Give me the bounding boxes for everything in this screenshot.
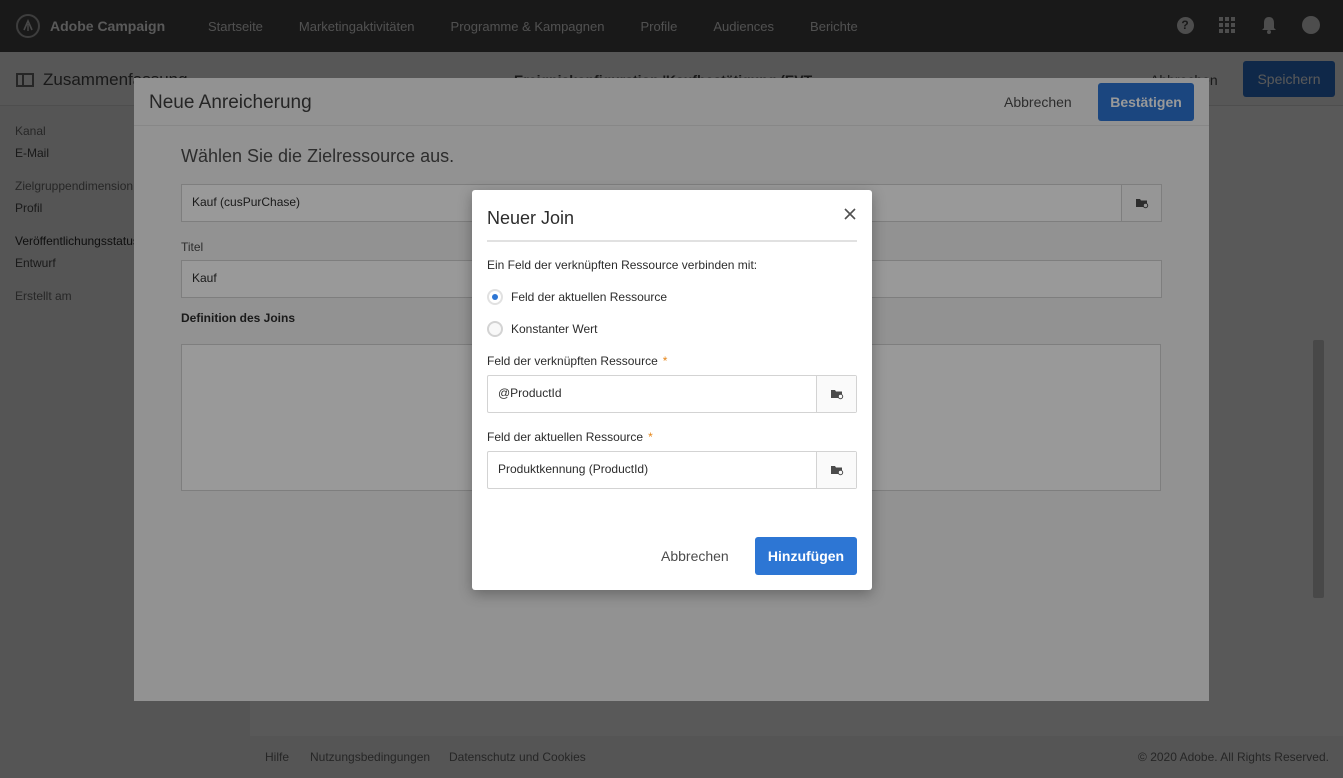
required-marker: *: [662, 354, 668, 368]
linked-field-label: Feld der verknüpften Ressource *: [487, 354, 668, 368]
current-field-label: Feld der aktuellen Ressource *: [487, 430, 653, 444]
current-resource-field-input[interactable]: Produktkennung (ProductId): [487, 451, 857, 489]
linked-field-value: @ProductId: [498, 386, 562, 400]
join-intro-text: Ein Feld der verknüpften Ressource verbi…: [487, 258, 758, 272]
required-marker: *: [648, 430, 653, 444]
close-icon[interactable]: [842, 206, 858, 222]
radio-label: Konstanter Wert: [511, 322, 598, 336]
linked-resource-field-input[interactable]: @ProductId: [487, 375, 857, 413]
divider: [487, 240, 857, 242]
radio-label: Feld der aktuellen Ressource: [511, 290, 668, 304]
add-button[interactable]: Hinzufügen: [755, 537, 857, 575]
join-cancel-button[interactable]: Abbrechen: [661, 548, 729, 564]
radio-constant-value[interactable]: Konstanter Wert: [487, 321, 597, 337]
current-field-value: Produktkennung (ProductId): [498, 462, 649, 476]
folder-picker-icon[interactable]: [816, 376, 856, 412]
radio-current-resource-field[interactable]: Feld der aktuellen Ressource: [487, 289, 667, 305]
radio-button[interactable]: [487, 321, 503, 337]
new-join-dialog: Neuer Join Ein Feld der verknüpften Ress…: [472, 190, 872, 590]
join-dialog-title: Neuer Join: [487, 208, 575, 228]
folder-picker-icon[interactable]: [816, 452, 856, 488]
radio-button-checked[interactable]: [487, 289, 503, 305]
